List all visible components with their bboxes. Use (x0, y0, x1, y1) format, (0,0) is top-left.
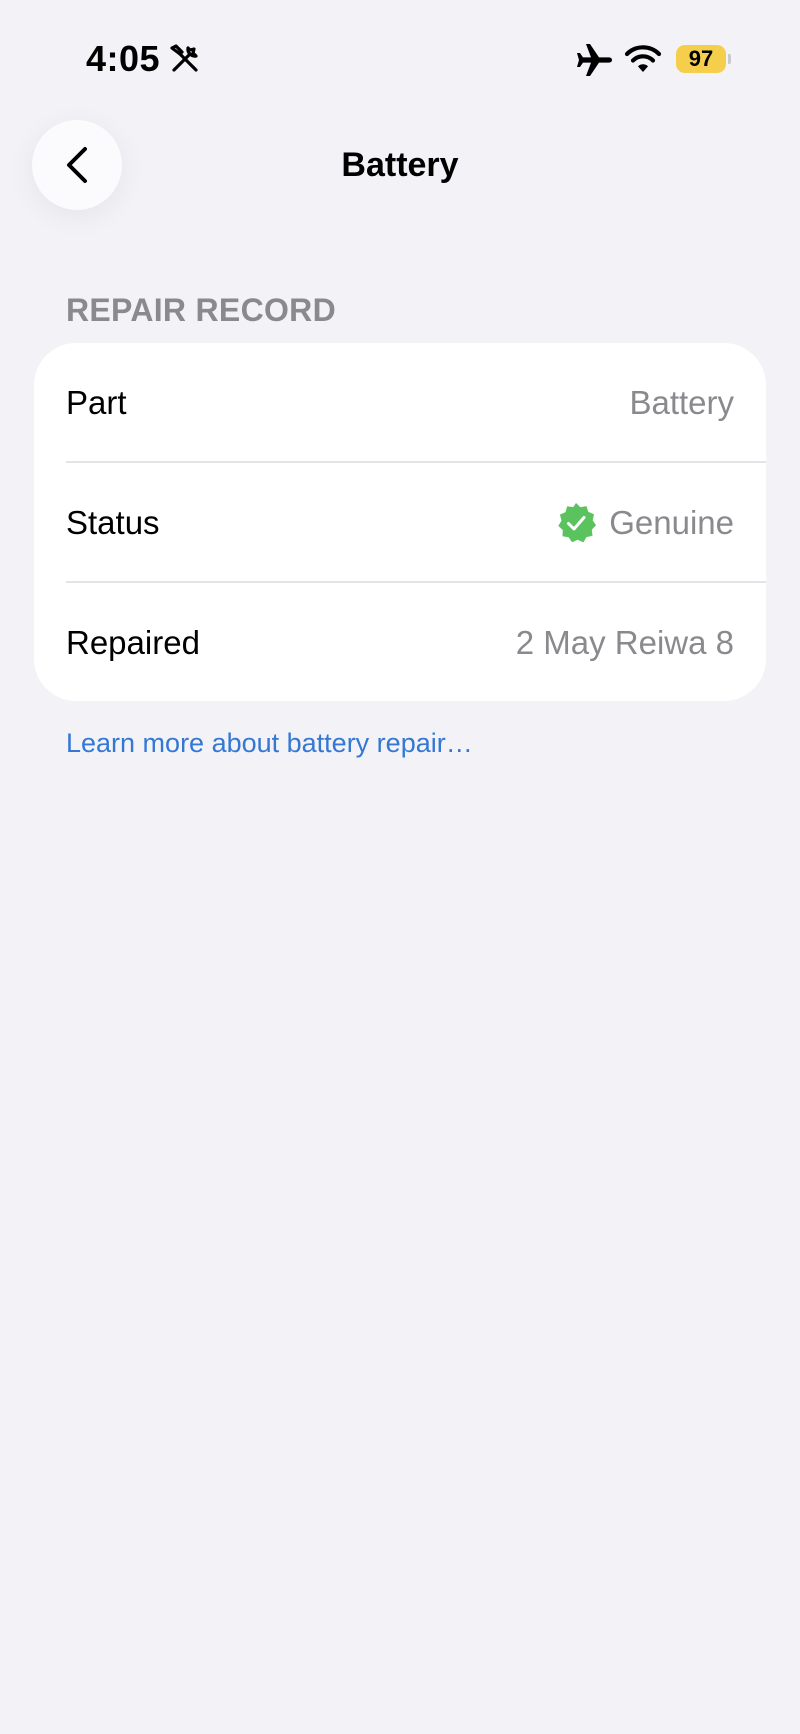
row-label-repaired: Repaired (66, 624, 200, 661)
repair-record-card: Part Battery Status Genuine Repaired 2 M… (34, 343, 766, 701)
row-value-status: Genuine (609, 504, 734, 541)
status-bar: 4:05 97 (0, 0, 800, 120)
row-value-status-wrap: Genuine (555, 502, 734, 544)
row-status: Status Genuine (66, 463, 734, 583)
learn-more-link[interactable]: Learn more about battery repair… (66, 728, 473, 759)
wifi-icon (624, 45, 662, 72)
verified-badge-icon (558, 503, 597, 543)
row-value-repaired: 2 May Reiwa 8 (515, 624, 734, 661)
airplane-icon (577, 44, 612, 76)
row-value-part: Battery (629, 384, 734, 421)
row-repaired: Repaired 2 May Reiwa 8 (66, 583, 734, 703)
row-part: Part Battery (66, 343, 734, 463)
page-title: Battery (341, 146, 459, 184)
battery-cap (728, 54, 731, 64)
tools-icon (170, 44, 198, 72)
row-label-part: Part (66, 384, 127, 421)
status-time: 4:05 (86, 38, 161, 79)
battery-indicator: 97 (676, 45, 726, 73)
section-header: REPAIR RECORD (66, 292, 336, 328)
row-label-status: Status (66, 504, 160, 541)
